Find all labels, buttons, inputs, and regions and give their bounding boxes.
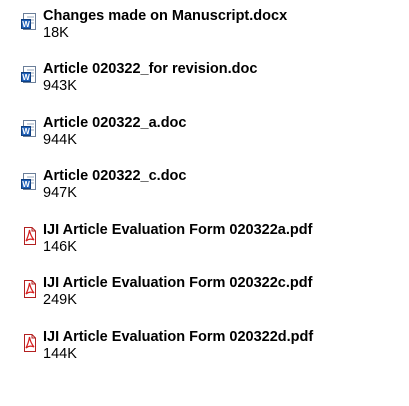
- attachment-item[interactable]: W Article 020322_for revision.doc 943K: [0, 53, 409, 103]
- svg-text:W: W: [22, 73, 30, 82]
- attachment-list: W Changes made on Manuscript.docx 18K W …: [0, 0, 409, 406]
- attachment-file-name[interactable]: IJI Article Evaluation Form 020322c.pdf: [43, 275, 312, 292]
- attachment-file-size: 146K: [43, 239, 77, 255]
- word-document-icon[interactable]: W: [21, 13, 37, 31]
- attachment-file-name[interactable]: IJI Article Evaluation Form 020322a.pdf: [43, 222, 312, 239]
- pdf-document-icon[interactable]: [21, 334, 37, 352]
- attachment-item[interactable]: IJI Article Evaluation Form 020322d.pdf …: [0, 321, 409, 371]
- word-document-icon[interactable]: W: [21, 120, 37, 138]
- attachment-file-size: 18K: [43, 25, 69, 41]
- attachment-file-name[interactable]: Changes made on Manuscript.docx: [43, 8, 287, 25]
- svg-text:W: W: [22, 180, 30, 189]
- attachment-file-size: 144K: [43, 346, 77, 362]
- attachment-file-size: 947K: [43, 185, 77, 201]
- pdf-document-icon[interactable]: [21, 280, 37, 298]
- attachment-file-size: 944K: [43, 132, 77, 148]
- pdf-document-icon[interactable]: [21, 227, 37, 245]
- attachment-file-name[interactable]: IJI Article Evaluation Form 020322d.pdf: [43, 329, 313, 346]
- attachment-item[interactable]: W Article 020322_c.doc 947K: [0, 160, 409, 210]
- attachment-file-size: 943K: [43, 78, 77, 94]
- attachment-item[interactable]: IJI Article Evaluation Form 020322c.pdf …: [0, 267, 409, 317]
- attachment-item[interactable]: W Changes made on Manuscript.docx 18K: [0, 0, 409, 50]
- word-document-icon[interactable]: W: [21, 173, 37, 191]
- svg-text:W: W: [22, 20, 30, 29]
- attachment-file-name[interactable]: Article 020322_a.doc: [43, 115, 186, 132]
- attachment-file-size: 249K: [43, 292, 77, 308]
- attachment-file-name[interactable]: Article 020322_for revision.doc: [43, 61, 257, 78]
- word-document-icon[interactable]: W: [21, 66, 37, 84]
- attachment-file-name[interactable]: Article 020322_c.doc: [43, 168, 186, 185]
- attachment-item[interactable]: IJI Article Evaluation Form 020322a.pdf …: [0, 214, 409, 264]
- attachment-item[interactable]: W Article 020322_a.doc 944K: [0, 107, 409, 157]
- svg-text:W: W: [22, 127, 30, 136]
